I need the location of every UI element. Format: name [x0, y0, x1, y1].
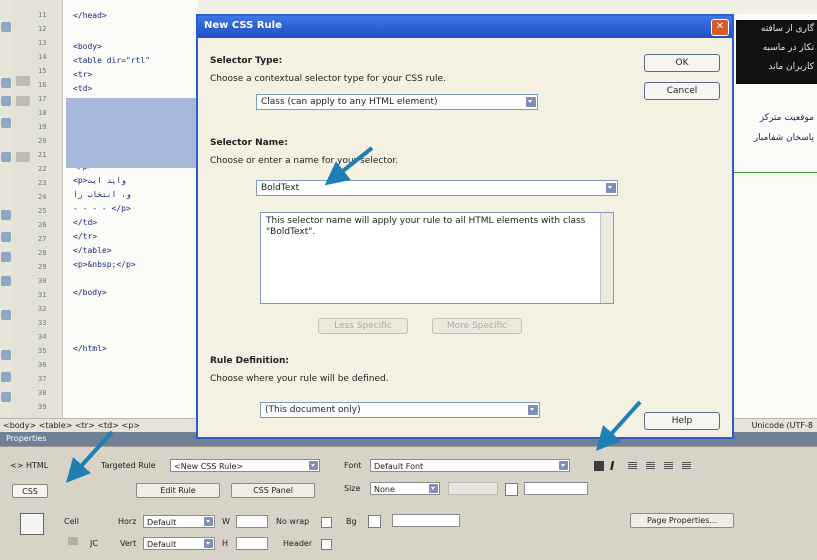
arrow-to-css-button [65, 430, 114, 483]
annotation-arrows [65, 146, 642, 483]
arrow-to-bold-button [595, 400, 642, 451]
arrow-to-selector-name [324, 146, 374, 186]
